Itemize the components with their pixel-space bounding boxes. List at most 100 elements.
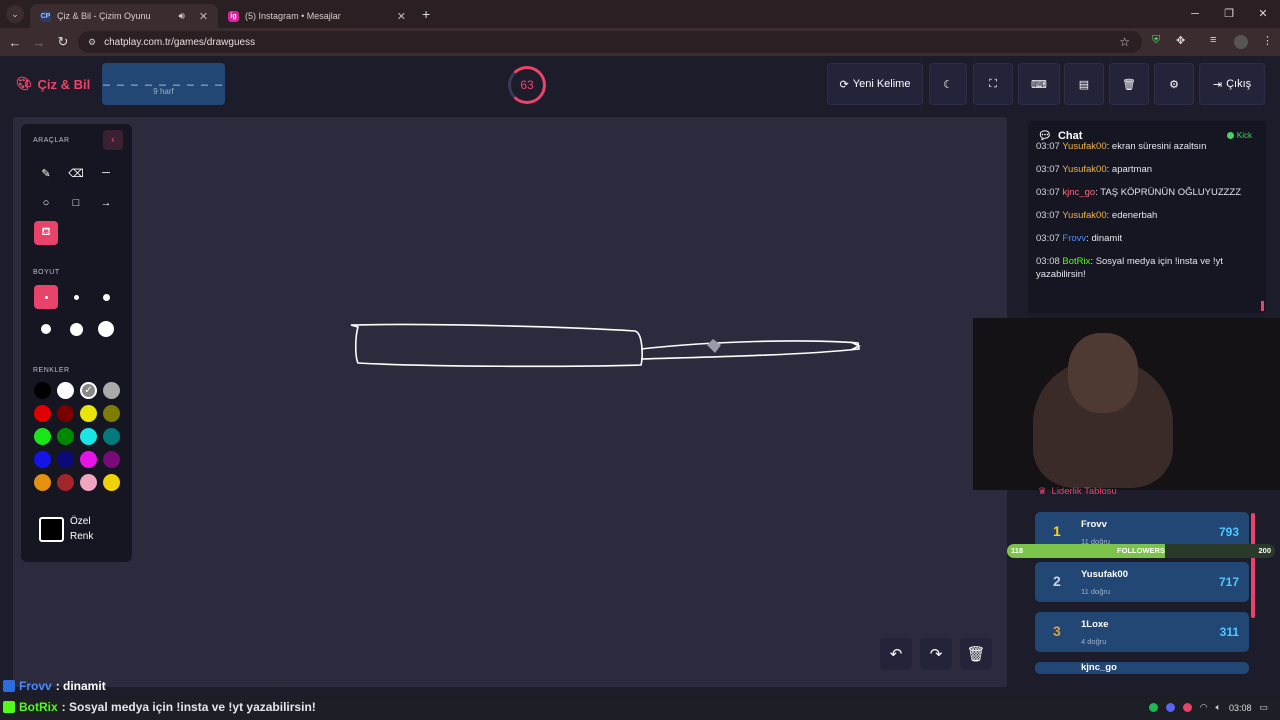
- wifi-icon[interactable]: ◠: [1200, 702, 1208, 713]
- chat-username[interactable]: Yusufak00: [1062, 141, 1106, 152]
- back-icon[interactable]: ←: [3, 35, 27, 50]
- color-swatch[interactable]: [103, 382, 120, 399]
- spotify-icon[interactable]: [1148, 703, 1158, 712]
- size-option-3[interactable]: [94, 285, 118, 309]
- game-header: 🎨︎ Çiz & Bil _ _ _ _ _ _ _ _ _ 9 harf 63…: [0, 56, 1280, 112]
- leaderboard-rank: 2: [1053, 573, 1061, 589]
- chat-timestamp: 03:07: [1036, 210, 1060, 221]
- site-info-icon[interactable]: ⚙: [88, 37, 96, 48]
- close-window-icon[interactable]: ✕: [1246, 0, 1280, 28]
- url-field[interactable]: ⚙ chatplay.com.tr/games/drawguess ☆: [78, 31, 1142, 53]
- keyboard-button[interactable]: ⌨: [1018, 63, 1060, 105]
- custom-color-button[interactable]: Özel Renk: [39, 514, 93, 544]
- color-swatch[interactable]: [34, 405, 51, 422]
- color-swatch[interactable]: ✓: [80, 382, 97, 399]
- exit-label: Çıkış: [1226, 78, 1252, 90]
- tab-drawguess[interactable]: CP Çiz & Bil - Çizim Oyunu 🔊︎ ✕: [30, 4, 219, 28]
- redo-button[interactable]: ↷: [920, 638, 952, 670]
- color-swatch[interactable]: [80, 474, 97, 491]
- color-swatch[interactable]: [57, 428, 74, 445]
- color-swatch[interactable]: [34, 428, 51, 445]
- color-swatch[interactable]: [80, 428, 97, 445]
- undo-button[interactable]: ↶: [880, 638, 912, 670]
- line-icon[interactable]: ─: [94, 161, 118, 185]
- size-option-2[interactable]: [64, 285, 88, 309]
- chat-username[interactable]: BotRix: [1062, 256, 1090, 267]
- chat-username[interactable]: Yusufak00: [1062, 164, 1106, 175]
- word-hint-box: _ _ _ _ _ _ _ _ _ 9 harf: [102, 63, 225, 105]
- fullscreen-button[interactable]: ⛶: [973, 63, 1013, 105]
- chat-text: dinamit: [1091, 233, 1123, 244]
- tab-title: Çiz & Bil - Çizim Oyunu: [57, 11, 151, 21]
- color-swatch[interactable]: [57, 474, 74, 491]
- size-option-1[interactable]: [34, 285, 58, 309]
- tab-audio-icon[interactable]: 🔊︎: [179, 11, 185, 22]
- tab-instagram[interactable]: ig (5) Instagram • Mesajlar ✕: [218, 4, 416, 28]
- leaderboard-scrollbar[interactable]: [1251, 513, 1255, 618]
- eraser-icon[interactable]: ⌫: [64, 161, 88, 185]
- chat-message: 03:07 kjnc_go: TAŞ KÖPRÜNÜN OĞLUYUZZZZ: [1036, 187, 1242, 198]
- restore-icon[interactable]: ❐: [1212, 0, 1246, 28]
- followers-goal-bar: 118 FOLLOWERS 200: [1007, 544, 1275, 558]
- color-swatch[interactable]: [57, 382, 74, 399]
- volume-icon[interactable]: 🔈︎: [1216, 702, 1221, 713]
- color-swatch[interactable]: [80, 451, 97, 468]
- archive-button[interactable]: ▤: [1064, 63, 1104, 105]
- arrow-icon[interactable]: →: [94, 191, 118, 215]
- new-tab-button[interactable]: +: [422, 6, 430, 22]
- bookmark-star-icon[interactable]: ☆: [1119, 35, 1130, 49]
- color-swatch[interactable]: [57, 405, 74, 422]
- tab-list-chevron-icon[interactable]: ⌄: [6, 5, 24, 23]
- rectangle-icon[interactable]: □: [64, 191, 88, 215]
- color-swatch[interactable]: [103, 451, 120, 468]
- media-controls-icon[interactable]: ≡: [1210, 34, 1216, 46]
- forward-icon[interactable]: →: [27, 35, 51, 50]
- minimize-icon[interactable]: ─: [1178, 0, 1212, 28]
- color-swatch[interactable]: [103, 405, 120, 422]
- exit-button[interactable]: ⇥ Çıkış: [1199, 63, 1265, 105]
- size-option-4[interactable]: [34, 317, 58, 341]
- chat-username[interactable]: Frovv: [1062, 233, 1086, 244]
- fill-bucket-icon[interactable]: ⛾: [34, 221, 58, 245]
- new-word-button[interactable]: ⟳ Yeni Kelime: [827, 63, 923, 105]
- color-swatch[interactable]: [103, 428, 120, 445]
- notification-icon[interactable]: ▭: [1259, 702, 1268, 713]
- clear-canvas-button[interactable]: 🗑︎: [960, 638, 992, 670]
- discord-icon[interactable]: [1165, 703, 1175, 712]
- browser-menu-icon[interactable]: ⋮: [1262, 34, 1273, 47]
- chat-message-list[interactable]: 03:07 Yusufak00: ekran süresini azaltsın…: [1036, 140, 1254, 291]
- app-tray-icon[interactable]: [1182, 703, 1192, 712]
- gear-icon: ⚙: [1169, 78, 1179, 91]
- color-swatch[interactable]: [34, 382, 51, 399]
- chat-username[interactable]: Yusufak00: [1062, 210, 1106, 221]
- color-swatch[interactable]: [80, 405, 97, 422]
- logo-text: Çiz & Bil: [37, 76, 91, 92]
- profile-avatar[interactable]: [1234, 35, 1248, 49]
- extensions-icon[interactable]: ✥: [1176, 34, 1185, 47]
- color-swatch[interactable]: [34, 451, 51, 468]
- leaderboard-rank: 1: [1053, 523, 1061, 539]
- dark-mode-button[interactable]: ☾: [929, 63, 967, 105]
- reload-icon[interactable]: ↻: [51, 34, 75, 50]
- chat-username[interactable]: kjnc_go: [1062, 187, 1095, 198]
- size-option-5[interactable]: [64, 317, 88, 341]
- app-logo[interactable]: 🎨︎ Çiz & Bil: [16, 76, 90, 92]
- chat-scrollbar[interactable]: [1261, 301, 1264, 311]
- circle-icon[interactable]: ○: [34, 191, 58, 215]
- color-swatch[interactable]: [34, 474, 51, 491]
- tab-close-icon[interactable]: ✕: [199, 10, 208, 23]
- shield-extension-icon[interactable]: ⛨: [1152, 34, 1160, 47]
- brush-icon[interactable]: ✎: [34, 161, 58, 185]
- chat-timestamp: 03:07: [1036, 187, 1060, 198]
- clear-button[interactable]: 🗑︎: [1109, 63, 1149, 105]
- drawing-canvas[interactable]: [13, 117, 1007, 687]
- color-swatch[interactable]: [57, 451, 74, 468]
- overlay-user: BotRix: [19, 700, 58, 714]
- tab-close-icon[interactable]: ✕: [397, 10, 406, 23]
- collapse-panel-icon[interactable]: ‹: [103, 130, 123, 150]
- platform-name: Kick: [1236, 131, 1252, 140]
- chat-timestamp: 03:07: [1036, 164, 1060, 175]
- color-swatch[interactable]: [103, 474, 120, 491]
- settings-button[interactable]: ⚙: [1154, 63, 1194, 105]
- size-option-6[interactable]: [94, 317, 118, 341]
